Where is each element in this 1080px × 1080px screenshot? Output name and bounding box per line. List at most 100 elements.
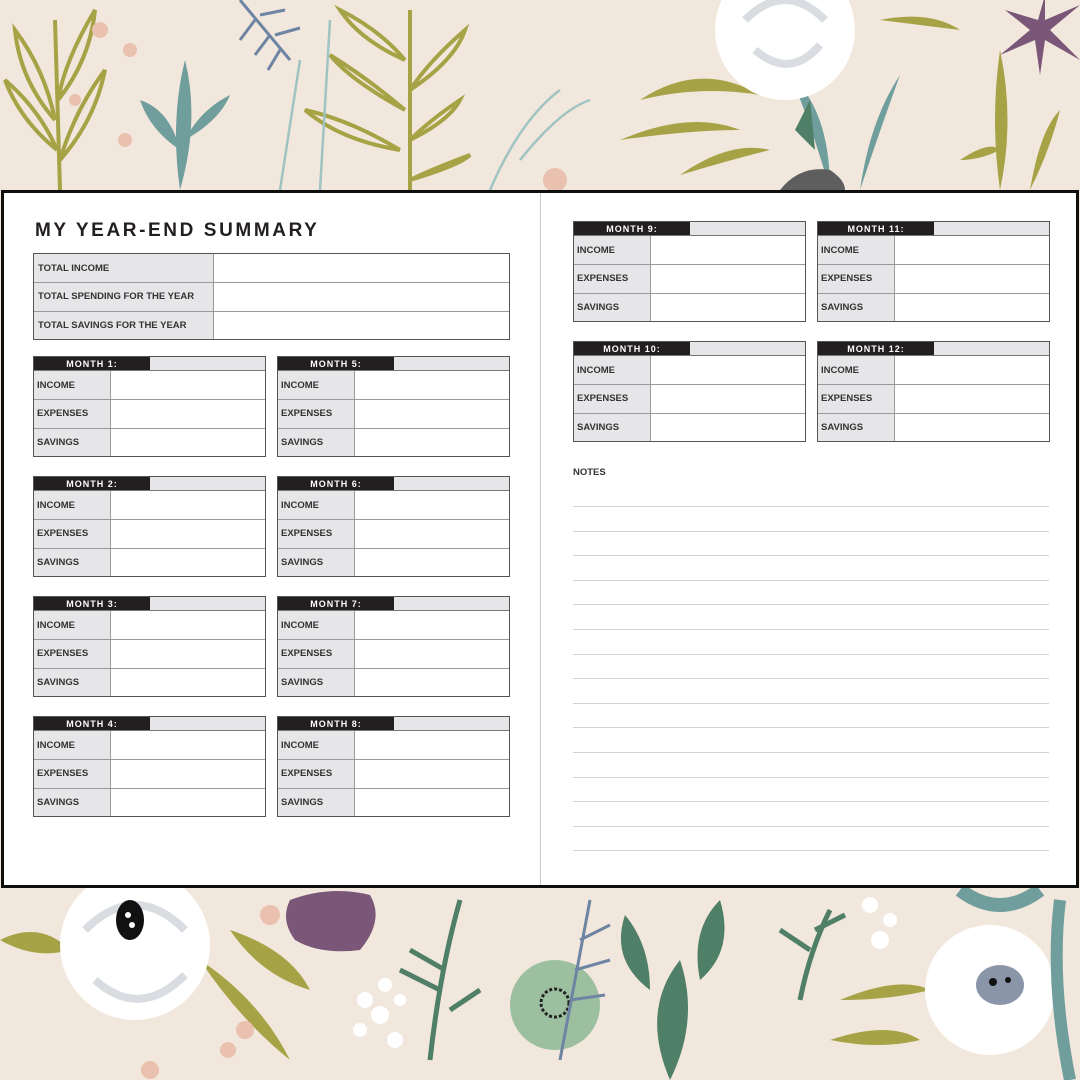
- month-row-value-field[interactable]: [111, 520, 265, 547]
- month-row-value-field[interactable]: [651, 356, 805, 384]
- month-row-label: SAVINGS: [34, 548, 111, 576]
- month-row-value-field[interactable]: [895, 385, 1049, 412]
- month-header: MONTH 6:: [278, 477, 509, 491]
- month-row-label: SAVINGS: [34, 668, 111, 696]
- month-row-expenses: EXPENSES: [34, 399, 265, 428]
- month-row-value-field[interactable]: [651, 385, 805, 412]
- month-row-value-field[interactable]: [651, 414, 805, 441]
- month-name-field[interactable]: [394, 597, 509, 610]
- month-name-field[interactable]: [934, 222, 1049, 235]
- month-name-field[interactable]: [394, 477, 509, 490]
- month-row-income: INCOME: [278, 611, 509, 640]
- month-row-value-field[interactable]: [111, 640, 265, 667]
- month-row-value-field[interactable]: [355, 640, 509, 667]
- note-line[interactable]: [573, 604, 1049, 606]
- month-row-label: EXPENSES: [574, 265, 651, 293]
- note-line[interactable]: [573, 678, 1049, 680]
- month-row-savings: SAVINGS: [34, 787, 265, 816]
- summary-value-field[interactable]: [214, 283, 509, 310]
- month-row-value-field[interactable]: [111, 731, 265, 759]
- month-3-box: MONTH 3: INCOME EXPENSES SAVINGS: [33, 596, 266, 697]
- month-row-label: SAVINGS: [574, 293, 651, 321]
- month-row-value-field[interactable]: [651, 294, 805, 321]
- note-line[interactable]: [573, 530, 1049, 532]
- month-row-value-field[interactable]: [111, 491, 265, 519]
- note-line[interactable]: [573, 629, 1049, 630]
- month-row-label: SAVINGS: [818, 413, 895, 441]
- month-row-value-field[interactable]: [111, 371, 265, 399]
- month-row-value-field[interactable]: [355, 669, 509, 696]
- month-label: MONTH 12:: [818, 342, 934, 355]
- month-row-value-field[interactable]: [895, 265, 1049, 292]
- note-line[interactable]: [573, 776, 1049, 778]
- month-header: MONTH 12:: [818, 342, 1049, 356]
- month-row-value-field[interactable]: [355, 760, 509, 787]
- month-row-value-field[interactable]: [355, 520, 509, 547]
- month-name-field[interactable]: [394, 717, 509, 730]
- month-label: MONTH 6:: [278, 477, 394, 490]
- month-row-savings: SAVINGS: [818, 412, 1049, 441]
- month-row-value-field[interactable]: [111, 611, 265, 639]
- month-row-value-field[interactable]: [111, 429, 265, 456]
- month-row-expenses: EXPENSES: [34, 639, 265, 668]
- month-name-field[interactable]: [690, 222, 805, 235]
- month-row-value-field[interactable]: [355, 611, 509, 639]
- month-row-label: EXPENSES: [818, 385, 895, 413]
- month-row-value-field[interactable]: [895, 414, 1049, 441]
- month-row-income: INCOME: [818, 236, 1049, 265]
- month-row-value-field[interactable]: [651, 265, 805, 292]
- summary-value-field[interactable]: [214, 254, 509, 282]
- note-line[interactable]: [573, 850, 1049, 852]
- month-row-income: INCOME: [34, 371, 265, 400]
- month-header: MONTH 5:: [278, 357, 509, 371]
- month-row-value-field[interactable]: [111, 789, 265, 816]
- month-row-label: EXPENSES: [278, 520, 355, 548]
- month-row-value-field[interactable]: [895, 294, 1049, 321]
- month-name-field[interactable]: [150, 477, 265, 490]
- month-row-value-field[interactable]: [355, 731, 509, 759]
- month-row-value-field[interactable]: [355, 371, 509, 399]
- month-row-value-field[interactable]: [355, 789, 509, 816]
- month-row-value-field[interactable]: [651, 236, 805, 264]
- month-name-field[interactable]: [690, 342, 805, 355]
- month-row-value-field[interactable]: [111, 669, 265, 696]
- month-name-field[interactable]: [934, 342, 1049, 355]
- month-row-value-field[interactable]: [355, 491, 509, 519]
- month-name-field[interactable]: [150, 717, 265, 730]
- note-line[interactable]: [573, 579, 1049, 581]
- month-name-field[interactable]: [394, 357, 509, 370]
- month-row-value-field[interactable]: [895, 236, 1049, 264]
- month-row-label: SAVINGS: [278, 788, 355, 816]
- month-row-savings: SAVINGS: [34, 547, 265, 576]
- month-row-label: INCOME: [818, 356, 895, 385]
- month-row-label: INCOME: [574, 236, 651, 265]
- note-line[interactable]: [573, 653, 1049, 655]
- month-row-value-field[interactable]: [895, 356, 1049, 384]
- summary-value-field[interactable]: [214, 312, 509, 339]
- planner-spread: MY YEAR-END SUMMARY TOTAL INCOME TOTAL S…: [1, 190, 1079, 888]
- month-row-value-field[interactable]: [355, 549, 509, 576]
- month-row-value-field[interactable]: [111, 760, 265, 787]
- month-row-value-field[interactable]: [355, 429, 509, 456]
- note-line[interactable]: [573, 555, 1049, 557]
- month-row-income: INCOME: [278, 371, 509, 400]
- month-header: MONTH 2:: [34, 477, 265, 491]
- month-row-label: INCOME: [34, 491, 111, 520]
- summary-row-total-income: TOTAL INCOME: [34, 254, 509, 283]
- month-row-expenses: EXPENSES: [34, 519, 265, 548]
- top-floral-band: [3, 0, 1080, 192]
- note-line[interactable]: [573, 752, 1049, 753]
- month-name-field[interactable]: [150, 357, 265, 370]
- month-row-savings: SAVINGS: [278, 667, 509, 696]
- month-name-field[interactable]: [150, 597, 265, 610]
- note-line[interactable]: [573, 801, 1049, 803]
- month-row-savings: SAVINGS: [278, 547, 509, 576]
- note-line[interactable]: [573, 727, 1049, 729]
- note-line[interactable]: [573, 825, 1049, 827]
- month-row-value-field[interactable]: [111, 400, 265, 427]
- note-line[interactable]: [573, 702, 1049, 704]
- month-row-label: INCOME: [278, 731, 355, 760]
- month-row-value-field[interactable]: [111, 549, 265, 576]
- month-row-value-field[interactable]: [355, 400, 509, 427]
- note-line[interactable]: [573, 506, 1049, 507]
